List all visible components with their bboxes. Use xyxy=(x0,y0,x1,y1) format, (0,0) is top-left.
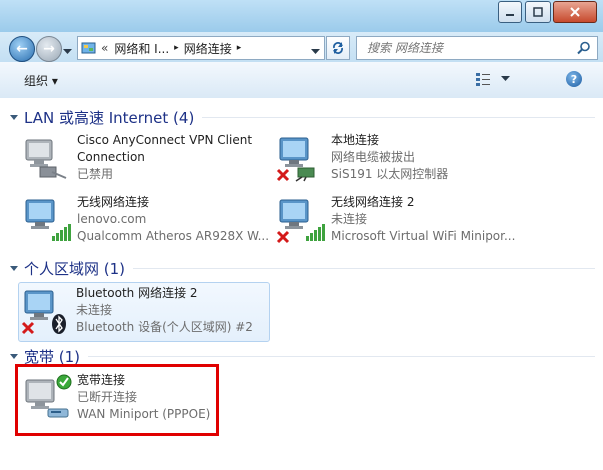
connection-name: 无线网络连接 2 xyxy=(331,195,415,209)
connection-status: 已禁用 xyxy=(77,167,114,181)
breadcrumb-separator[interactable]: ▸ xyxy=(237,43,242,53)
breadcrumb-overflow[interactable]: « xyxy=(101,41,108,55)
command-bar: 组织 ▾ ? xyxy=(0,62,603,99)
chevron-down-icon xyxy=(501,76,510,81)
connection-name-line2: Connection xyxy=(77,150,145,164)
breadcrumb-separator[interactable]: ▸ xyxy=(174,43,179,53)
network-adapter-disconnected-icon xyxy=(276,137,315,182)
connections-list: LAN 或高速 Internet (4) Cisco AnyConnect VP… xyxy=(0,98,603,470)
connection-item-wireless-2[interactable]: 无线网络连接 2 未连接 Microsoft Virtual WiFi Mini… xyxy=(274,194,528,249)
connection-status: lenovo.com xyxy=(77,212,147,226)
view-options-icon xyxy=(476,73,490,86)
address-dropdown[interactable] xyxy=(311,44,320,58)
close-button[interactable] xyxy=(553,1,597,23)
network-connections-window: ← → « 网络和 I... ▸ 网络连接 ▸ 搜索 网络连接 组织 ▾ ? L… xyxy=(0,0,603,470)
connection-item-bluetooth[interactable]: Bluetooth 网络连接 2 未连接 Bluetooth 设备(个人区域网)… xyxy=(18,282,270,342)
change-view-button[interactable] xyxy=(475,70,515,88)
connection-status: 未连接 xyxy=(76,303,113,317)
search-input[interactable] xyxy=(365,40,579,56)
divider xyxy=(88,356,595,357)
collapse-triangle-icon[interactable] xyxy=(10,115,18,120)
breadcrumb-network-connections[interactable]: 网络连接 xyxy=(184,40,232,57)
close-icon xyxy=(570,7,580,17)
maximize-icon xyxy=(533,7,543,17)
group-label: 个人区域网 (1) xyxy=(24,260,126,278)
chevron-down-icon xyxy=(311,49,320,54)
connection-item-cisco-vpn[interactable]: Cisco AnyConnect VPN Client Connection 已… xyxy=(20,132,274,187)
chevron-down-icon xyxy=(63,49,72,54)
organize-button[interactable]: 组织 ▾ xyxy=(24,72,58,89)
breadcrumb-network-internet[interactable]: 网络和 I... xyxy=(114,40,169,57)
search-icon[interactable] xyxy=(577,41,591,55)
connection-name: Cisco AnyConnect VPN Client xyxy=(77,133,253,147)
connection-status: 未连接 xyxy=(331,212,368,226)
connection-status: 网络电缆被拔出 xyxy=(331,150,416,164)
connection-item-local-area[interactable]: 本地连接 网络电缆被拔出 SiS191 以太网控制器 xyxy=(274,132,528,187)
connection-name: Bluetooth 网络连接 2 xyxy=(76,286,198,300)
connection-device: Bluetooth 设备(个人区域网) #2 xyxy=(76,320,253,334)
bluetooth-adapter-icon xyxy=(21,290,66,335)
forward-button[interactable]: → xyxy=(36,36,62,62)
wireless-adapter-disconnected-icon xyxy=(276,199,325,244)
back-arrow-icon: ← xyxy=(16,41,28,57)
back-button[interactable]: ← xyxy=(9,36,35,62)
connection-device: Qualcomm Atheros AR928X W... xyxy=(77,229,270,243)
divider xyxy=(202,117,595,118)
help-icon: ? xyxy=(570,72,578,86)
recent-pages-dropdown[interactable] xyxy=(63,44,72,58)
forward-arrow-icon: → xyxy=(43,41,55,57)
divider xyxy=(133,268,595,269)
title-bar xyxy=(0,0,603,32)
group-header-pan[interactable]: 个人区域网 (1) xyxy=(10,258,595,279)
group-label: LAN 或高速 Internet (4) xyxy=(24,109,195,127)
help-button[interactable]: ? xyxy=(566,71,582,87)
wireless-adapter-icon xyxy=(25,199,71,241)
address-box[interactable]: « 网络和 I... ▸ 网络连接 ▸ xyxy=(77,36,325,60)
refresh-button[interactable] xyxy=(326,36,350,60)
connection-item-wireless[interactable]: 无线网络连接 lenovo.com Qualcomm Atheros AR928… xyxy=(20,194,274,249)
address-bar-row: ← → « 网络和 I... ▸ 网络连接 ▸ xyxy=(0,32,603,62)
collapse-triangle-icon[interactable] xyxy=(10,266,18,271)
group-header-lan[interactable]: LAN 或高速 Internet (4) xyxy=(10,107,595,128)
connection-device: Microsoft Virtual WiFi Minipor... xyxy=(331,229,516,243)
connection-device: SiS191 以太网控制器 xyxy=(331,167,449,181)
network-adapter-disabled-icon xyxy=(25,139,67,179)
maximize-button[interactable] xyxy=(525,1,551,23)
refresh-icon xyxy=(333,42,343,54)
control-panel-icon xyxy=(81,42,96,54)
connection-name: 本地连接 xyxy=(331,133,380,147)
minimize-button[interactable] xyxy=(498,1,522,23)
collapse-triangle-icon[interactable] xyxy=(10,354,18,359)
connection-name: 无线网络连接 xyxy=(77,195,150,209)
highlight-box xyxy=(15,364,219,436)
minimize-icon xyxy=(506,14,514,16)
search-box[interactable] xyxy=(356,36,598,60)
